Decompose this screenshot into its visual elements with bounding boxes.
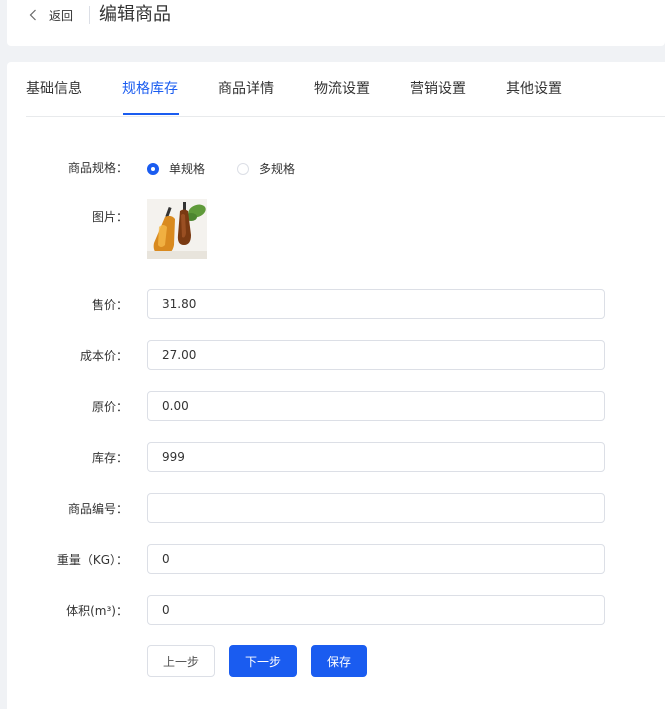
prev-step-button[interactable]: 上一步 [147, 645, 215, 677]
main-card: 基础信息 规格库存 商品详情 物流设置 营销设置 其他设置 商品规格： 单规格 … [7, 62, 665, 709]
weight-label: 重量（KG）： [56, 553, 128, 567]
cost-price-input[interactable] [147, 340, 605, 370]
radio-multi-spec-label: 多规格 [259, 162, 296, 176]
stock-input[interactable] [147, 442, 605, 472]
save-button[interactable]: 保存 [311, 645, 367, 677]
back-button[interactable]: 返回 [29, 6, 73, 24]
product-code-label: 商品编号： [67, 502, 128, 516]
active-tab-indicator [123, 113, 179, 115]
tab-other[interactable]: 其他设置 [506, 80, 562, 98]
tab-logistics[interactable]: 物流设置 [314, 80, 370, 98]
tab-basic-info[interactable]: 基础信息 [26, 80, 82, 98]
next-step-button[interactable]: 下一步 [229, 645, 297, 677]
image-label: 图片： [91, 210, 128, 224]
tab-bar: 基础信息 规格库存 商品详情 物流设置 营销设置 其他设置 [26, 62, 665, 117]
price-input[interactable] [147, 289, 605, 319]
volume-input[interactable] [147, 595, 605, 625]
tab-marketing[interactable]: 营销设置 [410, 80, 466, 98]
radio-single-spec[interactable]: 单规格 [147, 160, 205, 177]
header-divider [89, 6, 90, 24]
radio-unchecked-icon [237, 162, 249, 175]
page-title: 编辑商品 [99, 4, 171, 25]
product-code-input[interactable] [147, 493, 605, 523]
tab-spec-stock[interactable]: 规格库存 [122, 80, 178, 98]
page-header: 返回 编辑商品 [7, 0, 665, 46]
volume-label: 体积(m³)： [66, 604, 128, 618]
radio-multi-spec[interactable]: 多规格 [237, 160, 295, 177]
price-label: 售价： [91, 298, 128, 312]
spec-label: 商品规格： [67, 161, 128, 175]
back-label: 返回 [49, 8, 74, 23]
weight-input[interactable] [147, 544, 605, 574]
tab-product-details[interactable]: 商品详情 [218, 80, 274, 98]
original-price-label: 原价： [91, 400, 128, 414]
radio-single-spec-label: 单规格 [169, 162, 206, 176]
product-image[interactable] [147, 199, 207, 259]
radio-checked-icon [147, 162, 159, 175]
stock-label: 库存： [91, 451, 128, 465]
chevron-left-icon [29, 6, 39, 24]
cost-price-label: 成本价： [79, 349, 128, 363]
original-price-input[interactable] [147, 391, 605, 421]
